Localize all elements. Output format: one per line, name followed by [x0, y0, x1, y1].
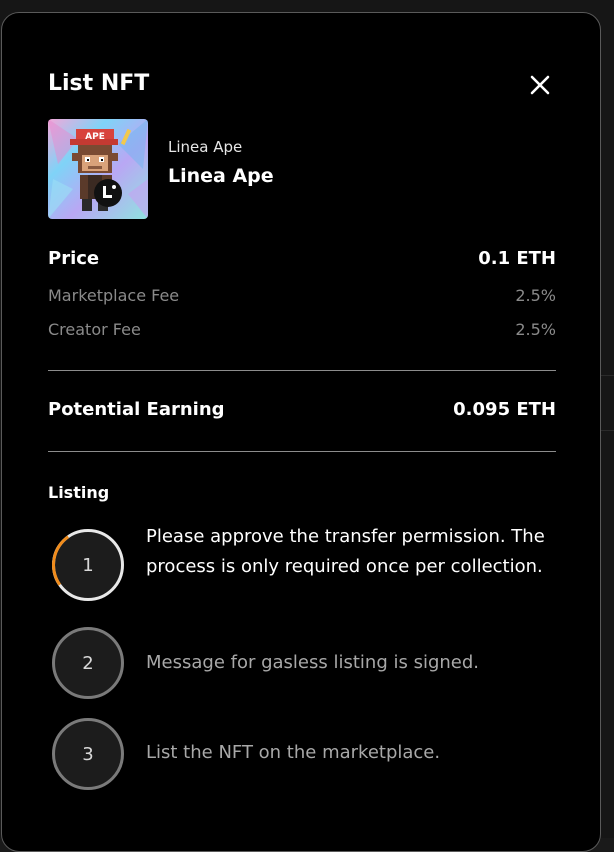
step-2-indicator: 2 — [52, 627, 124, 699]
earning-label: Potential Earning — [48, 399, 225, 420]
collection-name: Linea Ape — [168, 138, 243, 156]
nft-thumbnail: APE — [48, 119, 148, 219]
step-1-progress-arc — [46, 523, 130, 607]
price-value: 0.1 ETH — [478, 248, 556, 269]
close-button[interactable] — [528, 73, 552, 97]
close-icon — [530, 75, 550, 95]
creator-fee-value: 2.5% — [515, 320, 556, 339]
step-2-text: Message for gasless listing is signed. — [146, 652, 479, 673]
marketplace-fee-value: 2.5% — [515, 286, 556, 305]
svg-text:APE: APE — [85, 132, 105, 142]
marketplace-fee-label: Marketplace Fee — [48, 286, 180, 305]
marketplace-fee-row: Marketplace Fee 2.5% — [48, 286, 556, 305]
step-2-number: 2 — [82, 652, 94, 674]
step-3-number: 3 — [82, 743, 94, 765]
step-3-text: List the NFT on the marketplace. — [146, 742, 441, 763]
divider — [48, 370, 556, 371]
price-row: Price 0.1 ETH — [48, 248, 556, 269]
price-label: Price — [48, 248, 100, 269]
step-1-text: Please approve the transfer permission. … — [146, 526, 545, 577]
creator-fee-row: Creator Fee 2.5% — [48, 320, 556, 339]
cap-badge-text: APE — [85, 132, 105, 142]
nft-name: Linea Ape — [168, 165, 274, 187]
creator-fee-label: Creator Fee — [48, 320, 141, 339]
modal-title: List NFT — [48, 71, 150, 96]
list-nft-modal: List NFT APE Linea Ape Linea Ape Price 0… — [1, 12, 601, 852]
divider — [48, 451, 556, 452]
potential-earning-row: Potential Earning 0.095 ETH — [48, 399, 556, 420]
earning-value: 0.095 ETH — [453, 399, 556, 420]
listing-section-title: Listing — [48, 483, 110, 502]
step-3-indicator: 3 — [52, 718, 124, 790]
